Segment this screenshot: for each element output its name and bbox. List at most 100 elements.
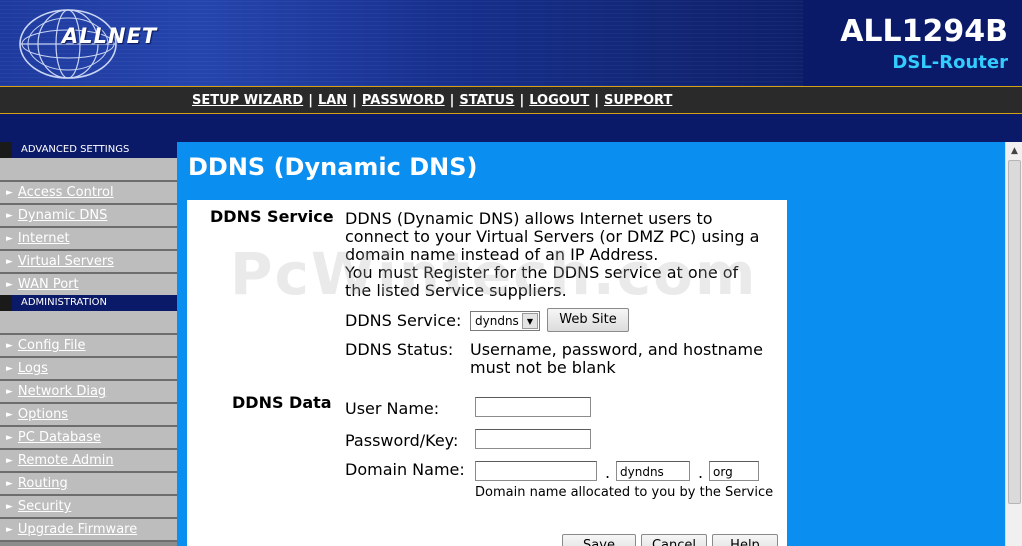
sidebar-item-dynamic-dns[interactable]: ► Dynamic DNS [0,205,177,228]
model-name: ALL1294B [840,14,1008,49]
description-line: the listed Service suppliers. [345,281,567,300]
ddns-description: DDNS (Dynamic DNS) allows Internet users… [345,210,785,300]
arrow-right-icon: ► [6,502,13,512]
ddns-data-section-label: DDNS Data [232,393,332,412]
help-button[interactable]: Help [712,534,778,546]
sidebar-item-label[interactable]: PC Database [18,430,101,445]
arrow-right-icon: ► [6,479,13,489]
sidebar-item-upgrade-firmware[interactable]: ► Upgrade Firmware [0,519,177,542]
top-navigation: SETUP WIZARD | LAN | PASSWORD | STATUS | LOGOUT |… [0,86,1022,114]
arrow-right-icon: ► [6,525,13,535]
sidebar-item-logs[interactable]: ► Logs [0,358,177,381]
sidebar-item-label[interactable]: Dynamic DNS [18,208,107,223]
banner-graphic: ALLNET [0,0,803,86]
scrollbar-thumb[interactable] [1008,160,1021,504]
main-content: DDNS (Dynamic DNS) DDNS Service DDNS (Dy… [177,142,1005,546]
globe-logo-icon [19,9,117,79]
sidebar-item-config-file[interactable]: ► Config File [0,335,177,358]
sidebar-item-label[interactable]: Virtual Servers [18,254,114,269]
password-label: Password/Key: [345,431,459,450]
arrow-right-icon: ► [6,387,13,397]
sidebar-item-access-control[interactable]: ► Access Control [0,182,177,205]
sidebar-item-label[interactable]: Access Control [18,185,114,200]
description-line: You must Register for the DDNS service a… [345,263,739,282]
description-line: connect to your Virtual Servers (or DMZ … [345,227,760,246]
nav-separator: | [308,93,313,108]
password-input[interactable] [475,429,591,449]
model-block: ALL1294B DSL-Router [803,0,1022,86]
ddns-status-label: DDNS Status: [345,340,454,359]
username-label: User Name: [345,399,440,418]
sidebar-spacer [0,311,177,335]
sidebar-item-label[interactable]: Upgrade Firmware [18,522,137,537]
ddns-status-line: Username, password, and hostname [470,340,763,359]
arrow-right-icon: ► [6,364,13,374]
header-strip [0,114,1022,142]
ddns-service-section-label: DDNS Service [210,207,334,226]
arrow-right-icon: ► [6,433,13,443]
scroll-up-arrow-icon[interactable]: ▲ [1007,143,1022,159]
domain-separator-dot: . [698,463,704,482]
ddns-service-select[interactable]: dyndns ▼ [470,311,540,331]
sidebar-item-routing[interactable]: ► Routing [0,473,177,496]
sidebar-item-label[interactable]: Config File [18,338,86,353]
ddns-service-label: DDNS Service: [345,311,462,330]
sidebar-item-label[interactable]: Internet [18,231,70,246]
nav-lan-link[interactable]: LAN [318,93,347,108]
sidebar-item-label[interactable]: Routing [18,476,68,491]
page-title: DDNS (Dynamic DNS) [188,153,478,181]
ddns-service-selected-value: dyndns [475,314,519,328]
nav-separator: | [519,93,525,108]
sidebar-header-advanced: ADVANCED SETTINGS [0,142,177,158]
nav-password-link[interactable]: PASSWORD [362,93,445,108]
arrow-right-icon: ► [6,456,13,466]
arrow-right-icon: ► [6,280,13,290]
sidebar-item-security[interactable]: ► Security [0,496,177,519]
arrow-right-icon: ► [6,410,13,420]
sidebar-item-pc-database[interactable]: ► PC Database [0,427,177,450]
sidebar-item-label[interactable]: WAN Port [18,277,79,292]
nav-separator: | [594,93,599,108]
chevron-down-icon[interactable]: ▼ [522,313,538,329]
arrow-right-icon: ► [6,211,13,221]
sidebar-item-virtual-servers[interactable]: ► Virtual Servers [0,251,177,274]
nav-support-link[interactable]: SUPPORT [604,93,672,108]
nav-status-link[interactable]: STATUS [459,93,514,108]
sidebar-item-wan-port[interactable]: ► WAN Port [0,274,177,295]
nav-separator: | [352,93,357,108]
sidebar-item-remote-admin[interactable]: ► Remote Admin [0,450,177,473]
banner: ALLNET ALL1294B DSL-Router [0,0,1022,86]
domain-mid-input[interactable] [616,461,690,481]
nav-separator: | [449,93,455,108]
ddns-form-panel: DDNS Service DDNS (Dynamic DNS) allows I… [187,200,787,546]
sidebar: ADVANCED SETTINGS ► Access Control ► Dynam… [0,142,177,546]
sidebar-item-label[interactable]: Security [18,499,71,514]
domain-tld-input[interactable] [709,461,759,481]
nav-setup-wizard-link[interactable]: SETUP WIZARD [192,93,303,108]
username-input[interactable] [475,397,591,417]
nav-logout-link[interactable]: LOGOUT [529,93,589,108]
sidebar-item-network-diag[interactable]: ► Network Diag [0,381,177,404]
description-line: DDNS (Dynamic DNS) allows Internet users… [345,209,713,228]
sidebar-item-label[interactable]: Options [18,407,68,422]
sidebar-item-label[interactable]: Network Diag [18,384,106,399]
sidebar-spacer [0,158,177,182]
arrow-right-icon: ► [6,257,13,267]
description-line: domain name instead of an IP Address. [345,245,659,264]
arrow-right-icon: ► [6,341,13,351]
save-button[interactable]: Save [562,534,636,546]
cancel-button[interactable]: Cancel [641,534,707,546]
domain-host-input[interactable] [475,461,597,481]
sidebar-item-internet[interactable]: ► Internet [0,228,177,251]
sidebar-item-options[interactable]: ► Options [0,404,177,427]
sidebar-item-label[interactable]: Remote Admin [18,453,114,468]
domain-name-label: Domain Name: [345,460,465,479]
arrow-right-icon: ► [6,234,13,244]
sidebar-item-label[interactable]: Logs [18,361,48,376]
domain-separator-dot: . [605,463,611,482]
sidebar-header-administration: ADMINISTRATION [0,295,177,311]
vertical-scrollbar[interactable]: ▲ [1005,142,1022,546]
web-site-button[interactable]: Web Site [547,308,629,332]
domain-hint: Domain name allocated to you by the Serv… [475,485,774,500]
ddns-status-value: Username, password, and hostname must no… [470,341,785,377]
